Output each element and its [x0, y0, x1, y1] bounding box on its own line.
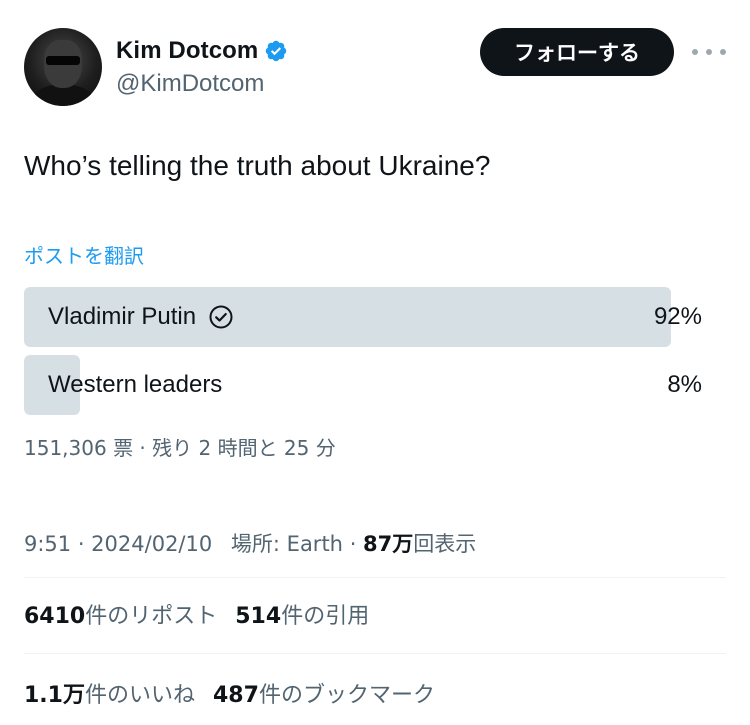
divider	[24, 653, 726, 654]
poll-option-label: Western leaders	[48, 371, 223, 398]
poll-option-western: Western leaders 8%	[24, 355, 702, 415]
follow-button[interactable]: フォローする	[480, 28, 674, 76]
location: 場所: Earth	[230, 532, 343, 556]
more-icon[interactable]	[692, 42, 726, 62]
divider	[24, 577, 726, 578]
poll-option-putin: Vladimir Putin 92%	[24, 287, 702, 347]
repost-quote-stats: 6410件のリポスト 514件の引用	[24, 598, 369, 630]
reposts-label: 件のリポスト	[85, 604, 218, 629]
timestamp-row: 9:51 · 2024/02/10 場所: Earth · 87万回表示	[24, 528, 476, 558]
views-label: 回表示	[413, 532, 477, 556]
poll-option-percent: 92%	[653, 303, 702, 330]
quotes-link[interactable]: 514件の引用	[235, 604, 369, 629]
quotes-label: 件の引用	[281, 604, 370, 629]
like-bookmark-stats: 1.1万件のいいね 487件のブックマーク	[24, 677, 435, 709]
verified-badge-icon	[266, 40, 287, 62]
poll-option-label: Vladimir Putin	[48, 303, 197, 330]
author-block: Kim Dotcom @KimDotcom	[116, 34, 288, 98]
tweet-text: Who’s telling the truth about Ukraine?	[24, 150, 491, 181]
avatar[interactable]	[24, 28, 102, 106]
timestamp-link[interactable]: 9:51 · 2024/02/10	[24, 532, 212, 556]
views-count: 87万	[363, 532, 414, 556]
likes-count: 1.1万	[24, 683, 85, 708]
display-name[interactable]: Kim Dotcom	[116, 37, 258, 65]
tweet-header: Kim Dotcom @KimDotcom フォローする	[24, 28, 726, 110]
poll-option-percent: 8%	[667, 371, 702, 398]
bookmarks-count: 487	[213, 683, 259, 708]
translate-link[interactable]: ポストを翻訳	[24, 240, 144, 269]
likes-label: 件のいいね	[84, 683, 195, 708]
bookmarks-link[interactable]: 487件のブックマーク	[213, 683, 435, 708]
check-circle-icon	[209, 305, 233, 329]
author-handle[interactable]: @KimDotcom	[116, 70, 288, 98]
bookmarks-label: 件のブックマーク	[258, 683, 435, 708]
separator: ·	[349, 532, 364, 556]
likes-link[interactable]: 1.1万件のいいね	[24, 683, 195, 708]
reposts-link[interactable]: 6410件のリポスト	[24, 604, 217, 629]
reposts-count: 6410	[24, 604, 86, 629]
quotes-count: 514	[235, 604, 282, 629]
poll-meta: 151,306 票 · 残り 2 時間と 25 分	[24, 436, 336, 460]
poll: Vladimir Putin 92% Western leaders 8%	[24, 287, 702, 423]
